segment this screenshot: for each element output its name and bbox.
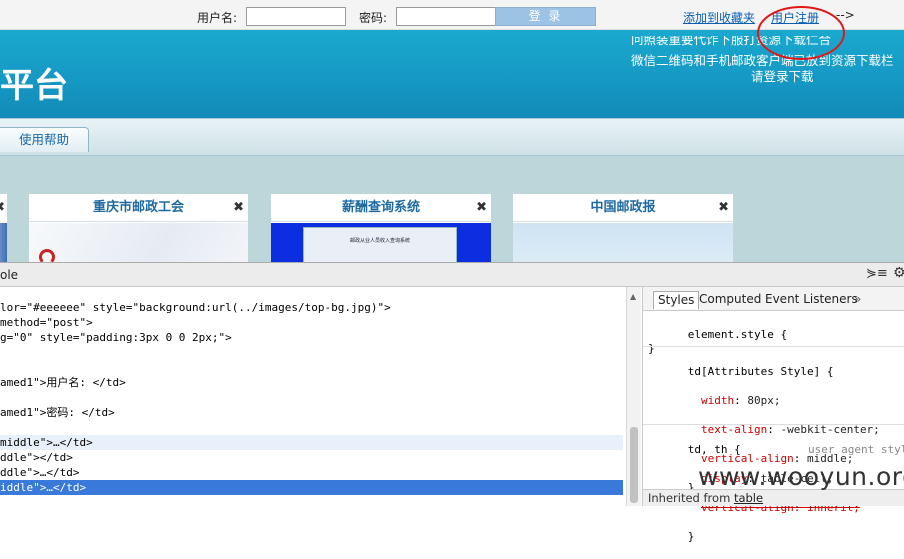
username-label: 用户名: bbox=[197, 11, 238, 25]
tree-line[interactable]: ddle">…</td> bbox=[0, 465, 623, 480]
content-area: ✖ 重庆市邮政工会 ✖ 薪酬查询系统 ✖ 邮政从业人员收入查询系统 中国邮政报 … bbox=[0, 156, 904, 265]
tree-line[interactable]: method="post"> bbox=[0, 315, 623, 330]
card-salary: 薪酬查询系统 ✖ 邮政从业人员收入查询系统 bbox=[271, 194, 491, 263]
dock-icon[interactable]: ⋟≡ bbox=[866, 266, 888, 281]
more-tabs-icon[interactable]: » bbox=[854, 291, 861, 309]
password-label: 密码: bbox=[359, 11, 388, 25]
banner-notice-line-3: 请登录下载 bbox=[751, 69, 814, 84]
rule-brace: } bbox=[687, 529, 695, 543]
card-preview-window: 邮政从业人员收入查询系统 bbox=[303, 227, 457, 263]
add-to-favorites-link[interactable]: 添加到收藏夹 bbox=[683, 9, 755, 26]
elements-scrollbar[interactable]: ▲ bbox=[626, 287, 641, 506]
close-icon[interactable]: ✖ bbox=[0, 200, 5, 215]
password-input[interactable] bbox=[396, 7, 496, 26]
card-preview bbox=[0, 223, 7, 262]
user-agent-label: user agent styl bbox=[808, 442, 904, 456]
rule-selector: td, th { bbox=[687, 442, 741, 456]
tree-line[interactable]: ddle"></td> bbox=[0, 450, 623, 465]
divider bbox=[643, 346, 904, 347]
card-title[interactable]: 重庆市邮政工会 bbox=[29, 194, 248, 222]
nav-bar: 使用帮助 bbox=[0, 118, 904, 156]
close-icon[interactable]: ✖ bbox=[476, 200, 487, 215]
devtools-toolbar: ole ⋟≡ ⚙ bbox=[0, 263, 904, 287]
card-union: 重庆市邮政工会 ✖ bbox=[29, 194, 248, 265]
tab-console[interactable]: ole bbox=[0, 268, 18, 282]
card-title[interactable]: 中国邮政报 bbox=[513, 194, 733, 222]
close-icon[interactable]: ✖ bbox=[233, 200, 244, 215]
inherited-header: Inherited from table bbox=[643, 489, 904, 506]
tab-event-listeners[interactable]: Event Listeners bbox=[765, 291, 858, 309]
card-post-news: 中国邮政报 ✖ bbox=[513, 194, 733, 262]
css-property[interactable]: width bbox=[701, 394, 734, 407]
tree-line-selected[interactable]: iddle">…</td> bbox=[0, 480, 623, 495]
divider bbox=[643, 424, 904, 425]
login-button[interactable]: 登 录 bbox=[495, 7, 596, 26]
gear-icon[interactable]: ⚙ bbox=[893, 265, 904, 281]
tree-line[interactable]: amed1">用户名: </td> bbox=[0, 375, 623, 390]
card-partial: ✖ bbox=[0, 194, 7, 262]
elements-tree: lor="#eeeeee" style="background:url(../i… bbox=[0, 287, 626, 506]
rule-selector: td[Attributes Style] { bbox=[687, 364, 834, 378]
card-preview-text: 邮政从业人员收入查询系统 bbox=[349, 238, 410, 244]
close-icon[interactable]: ✖ bbox=[718, 200, 729, 215]
rule-selector: element.style { bbox=[687, 327, 788, 341]
css-value[interactable]: 80px; bbox=[747, 394, 780, 407]
card-title[interactable]: 薪酬查询系统 bbox=[271, 194, 491, 222]
username-input[interactable] bbox=[246, 7, 346, 26]
styles-tabs: Styles Computed Event Listeners » bbox=[643, 287, 904, 311]
annotation-circle bbox=[757, 6, 845, 60]
tab-styles[interactable]: Styles bbox=[653, 291, 700, 309]
banner-title: 平台 bbox=[0, 66, 68, 106]
tree-line[interactable]: amed1">密码: </td> bbox=[0, 405, 623, 420]
tree-line[interactable]: lor="#eeeeee" style="background:url(../i… bbox=[0, 300, 623, 315]
card-preview[interactable]: 邮政从业人员收入查询系统 bbox=[271, 223, 491, 263]
inherited-label: Inherited from bbox=[648, 491, 731, 505]
tab-help[interactable]: 使用帮助 bbox=[0, 127, 89, 152]
scroll-thumb[interactable] bbox=[630, 427, 638, 503]
tree-line[interactable]: g="0" style="padding:3px 0 0 2px;"> bbox=[0, 330, 623, 345]
tree-line-hovered[interactable]: middle">…</td> bbox=[0, 435, 623, 450]
watermark: www.wooyun.org bbox=[698, 462, 904, 491]
inherited-link[interactable]: table bbox=[734, 491, 763, 505]
scroll-up-icon[interactable]: ▲ bbox=[630, 292, 636, 301]
card-preview[interactable] bbox=[513, 223, 733, 262]
card-preview[interactable] bbox=[29, 223, 248, 265]
tab-computed[interactable]: Computed bbox=[699, 291, 761, 309]
